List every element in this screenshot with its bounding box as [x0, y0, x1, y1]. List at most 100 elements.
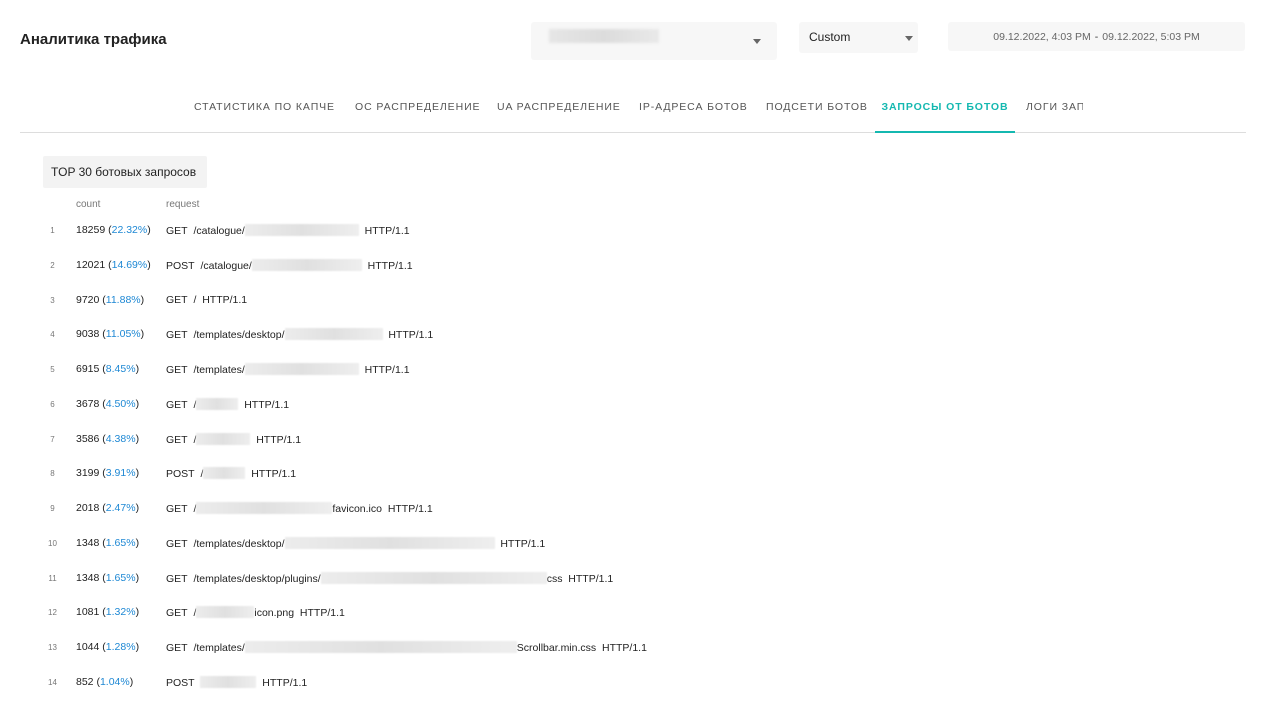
date-range-picker[interactable]: 09.12.2022, 4:03 PM - 09.12.2022, 5:03 P…	[948, 22, 1245, 51]
row-index: 2	[50, 261, 55, 270]
row-count: 1348 (1.65%)	[76, 572, 140, 584]
row-request: POST /catalogue/ HTTP/1.1	[166, 259, 413, 272]
count-percent: 3.91%	[105, 467, 136, 479]
table-row: 5 6915 (8.45%) GET /templates/ HTTP/1.1	[0, 363, 800, 383]
date-separator: -	[1094, 30, 1099, 43]
request-method: GET	[166, 434, 188, 446]
request-path-tail: icon.png	[254, 607, 295, 619]
row-count: 852 (1.04%)	[76, 676, 134, 688]
row-count: 9720 (11.88%)	[76, 294, 145, 306]
request-method: GET	[166, 364, 188, 376]
count-percent: 1.28%	[105, 641, 136, 653]
tab-os-distribution[interactable]: ОС РАСПРЕДЕЛЕНИЕ	[355, 88, 480, 131]
redacted-path	[200, 676, 257, 688]
tab-request-logs[interactable]: ЛОГИ ЗАП	[1026, 88, 1083, 131]
row-index: 13	[48, 643, 57, 652]
request-method: GET	[166, 399, 188, 411]
count-percent: 1.04%	[99, 676, 130, 688]
tab-bar: СТАТИСТИКА ПО КАПЧЕ ОС РАСПРЕДЕЛЕНИЕ UA …	[20, 88, 1246, 133]
table-row: 9 2018 (2.47%) GET / favicon.ico HTTP/1.1	[0, 502, 800, 522]
count-percent: 1.65%	[105, 537, 136, 549]
request-path-tail: favicon.ico	[332, 503, 382, 515]
request-protocol: HTTP/1.1	[500, 538, 546, 550]
row-count: 3678 (4.50%)	[76, 398, 140, 410]
count-percent: 1.65%	[105, 572, 136, 584]
row-index: 11	[48, 574, 57, 583]
request-method: GET	[166, 294, 188, 306]
count-value: 1081	[76, 606, 100, 618]
request-protocol: HTTP/1.1	[387, 503, 433, 515]
count-percent: 11.05%	[105, 328, 141, 340]
redacted-path	[196, 606, 255, 618]
request-method: GET	[166, 538, 188, 550]
table-row: 2 12021 (14.69%) POST /catalogue/ HTTP/1.1	[0, 259, 800, 279]
count-value: 2018	[76, 502, 100, 514]
request-protocol: HTTP/1.1	[244, 399, 290, 411]
request-method: GET	[166, 607, 188, 619]
redacted-path	[244, 363, 359, 375]
redacted-path	[284, 328, 383, 340]
row-count: 1348 (1.65%)	[76, 537, 140, 549]
table-row: 10 1348 (1.65%) GET /templates/desktop/ HT…	[0, 537, 800, 557]
tab-ua-distribution[interactable]: UA РАСПРЕДЕЛЕНИЕ	[497, 88, 621, 131]
row-index: 4	[50, 330, 55, 339]
request-method: POST	[166, 468, 195, 480]
date-from: 09.12.2022, 4:03 PM	[993, 30, 1091, 43]
row-count: 9038 (11.05%)	[76, 328, 145, 340]
table-row: 11 1348 (1.65%) GET /templates/desktop/plu…	[0, 572, 800, 592]
row-index: 5	[50, 365, 55, 374]
chevron-down-icon	[753, 39, 761, 44]
row-request: GET / HTTP/1.1	[166, 433, 301, 446]
request-method: GET	[166, 225, 188, 237]
tab-bot-subnets[interactable]: ПОДСЕТИ БОТОВ	[766, 88, 868, 131]
row-request: POST HTTP/1.1	[166, 676, 307, 689]
count-percent: 2.47%	[105, 502, 136, 514]
row-count: 3199 (3.91%)	[76, 467, 140, 479]
request-method: GET	[166, 642, 188, 654]
redacted-path	[196, 502, 333, 514]
row-index: 14	[48, 678, 57, 687]
request-protocol: HTTP/1.1	[364, 225, 410, 237]
count-value: 9720	[76, 294, 100, 306]
count-value: 12021	[76, 259, 106, 271]
count-percent: 22.32%	[111, 224, 148, 236]
count-percent: 14.69%	[111, 259, 148, 271]
redacted-path	[203, 467, 246, 479]
request-path-prefix: /templates/	[193, 364, 245, 376]
request-path-prefix: /catalogue/	[200, 260, 252, 272]
count-value: 6915	[76, 363, 100, 375]
table-row: 8 3199 (3.91%) POST / HTTP/1.1	[0, 467, 800, 487]
request-path-prefix: /	[193, 294, 197, 306]
tab-captcha-stats[interactable]: СТАТИСТИКА ПО КАПЧЕ	[194, 88, 335, 131]
site-select[interactable]	[531, 22, 777, 60]
period-select[interactable]: Custom	[799, 22, 918, 53]
count-value: 3586	[76, 433, 100, 445]
row-request: GET /templates/Scrollbar.min.css HTTP/1.…	[166, 641, 647, 654]
count-percent: 8.45%	[105, 363, 136, 375]
table-row: 12 1081 (1.32%) GET / icon.png HTTP/1.1	[0, 606, 800, 626]
row-request: GET / HTTP/1.1	[166, 398, 289, 411]
row-index: 10	[48, 539, 57, 548]
row-count: 18259 (22.32%)	[76, 224, 151, 236]
chevron-down-icon	[905, 36, 913, 41]
row-request: GET /catalogue/ HTTP/1.1	[166, 224, 410, 237]
row-index: 8	[50, 469, 55, 478]
count-value: 852	[76, 676, 94, 688]
row-index: 6	[50, 400, 55, 409]
date-to: 09.12.2022, 5:03 PM	[1102, 30, 1200, 43]
table-row: 1 18259 (22.32%) GET /catalogue/ HTTP/1.1	[0, 224, 800, 244]
request-method: GET	[166, 329, 188, 341]
count-value: 1348	[76, 572, 100, 584]
request-protocol: HTTP/1.1	[202, 294, 248, 306]
tab-bot-requests[interactable]: ЗАПРОСЫ ОТ БОТОВ	[875, 88, 1015, 133]
table-row: 13 1044 (1.28%) GET /templates/Scrollbar.m…	[0, 641, 800, 661]
count-value: 3678	[76, 398, 100, 410]
row-count: 1081 (1.32%)	[76, 606, 140, 618]
count-percent: 1.32%	[105, 606, 136, 618]
request-path-prefix: /templates/desktop/	[193, 329, 285, 341]
row-index: 1	[50, 226, 55, 235]
request-protocol: HTTP/1.1	[568, 573, 614, 585]
row-request: GET /templates/desktop/ HTTP/1.1	[166, 328, 433, 341]
request-protocol: HTTP/1.1	[256, 434, 302, 446]
tab-bot-ips[interactable]: IP-АДРЕСА БОТОВ	[639, 88, 748, 131]
